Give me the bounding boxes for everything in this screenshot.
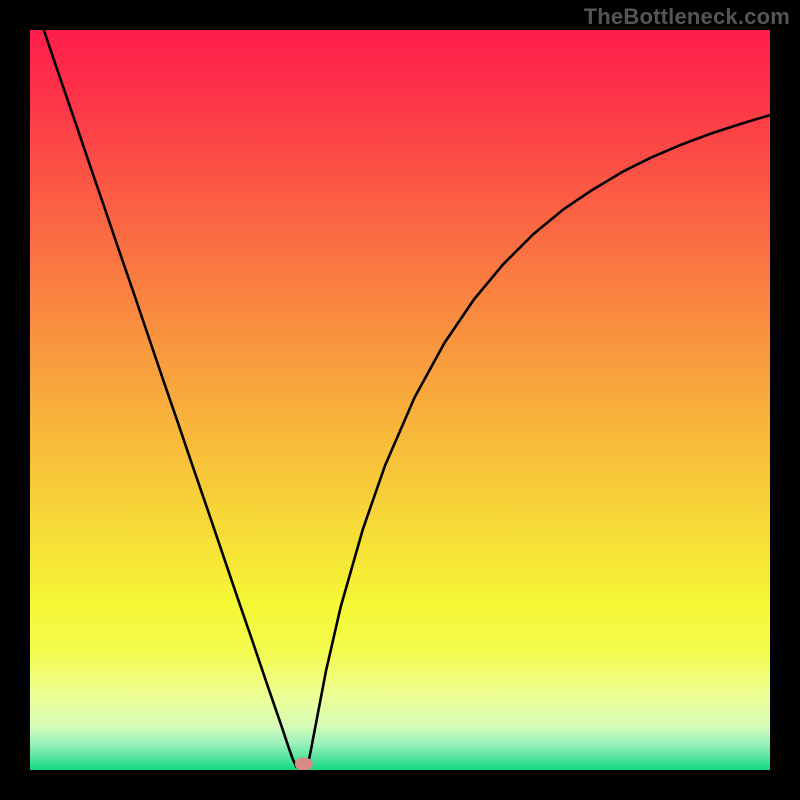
watermark-label: TheBottleneck.com (584, 4, 790, 30)
chart-frame: TheBottleneck.com (0, 0, 800, 800)
chart-plot-area (30, 30, 770, 770)
chart-background (30, 30, 770, 770)
chart-svg (30, 30, 770, 770)
